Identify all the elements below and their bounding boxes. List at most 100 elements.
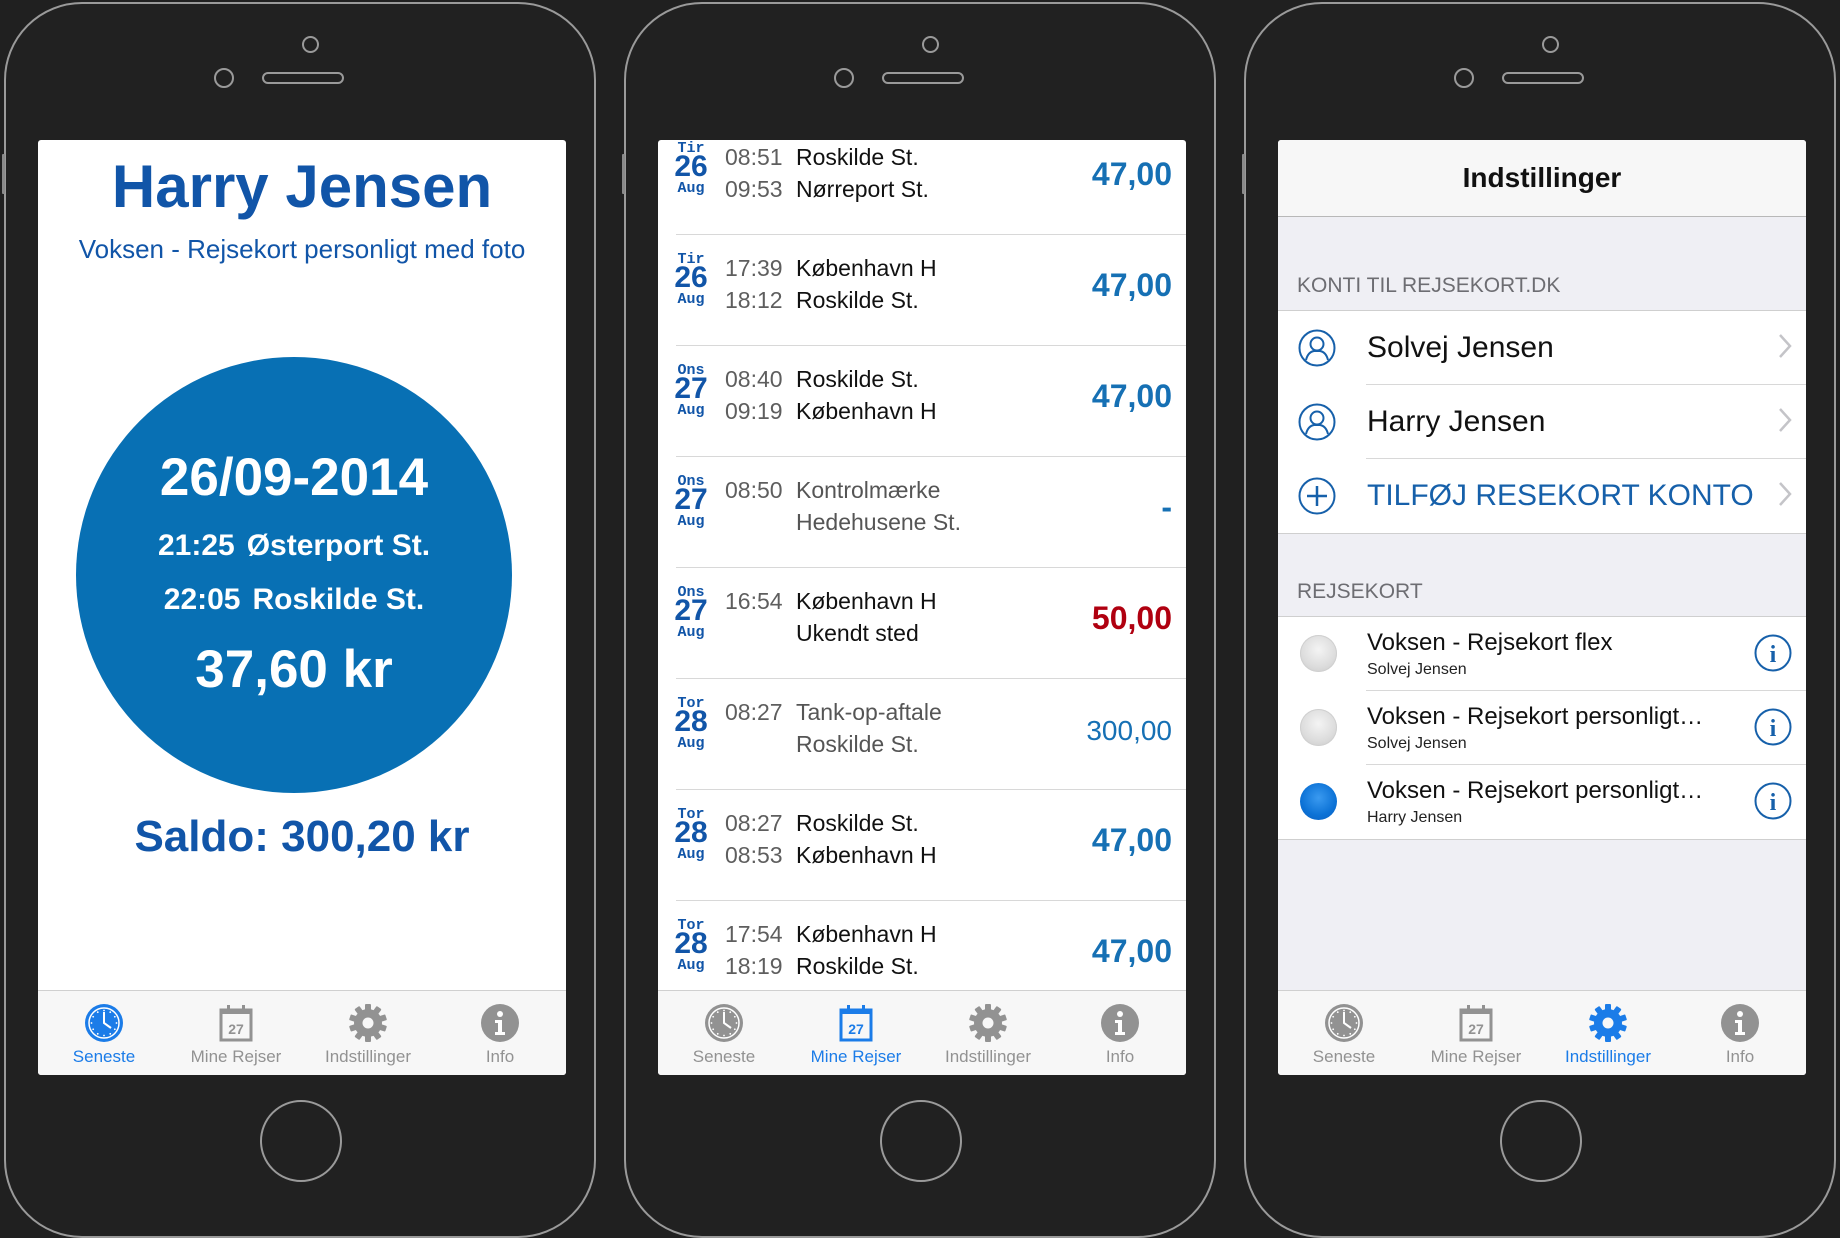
tab-bar: Seneste 27 Mine Rejser Indstillinger Info bbox=[1278, 990, 1806, 1075]
trip-day: 26 bbox=[674, 150, 708, 183]
trip-day: 28 bbox=[674, 705, 708, 738]
tab-seneste[interactable]: Seneste bbox=[658, 991, 790, 1075]
screen-seneste: Harry Jensen Voksen - Rejsekort personli… bbox=[38, 140, 566, 1075]
earpiece-speaker bbox=[1502, 72, 1584, 84]
trip-station-out: Roskilde St. bbox=[796, 287, 919, 313]
trip-row[interactable]: Tor 28 Aug 08:27 Tank-op-aftale Roskilde St. 3… bbox=[658, 679, 1186, 790]
trip-row[interactable]: Ons 27 Aug 08:50 Kontrolmærke Hedehusene St. - bbox=[658, 457, 1186, 568]
card-owner: Harry Jensen bbox=[1367, 809, 1463, 826]
plus-icon bbox=[1298, 477, 1336, 515]
svg-text:27: 27 bbox=[1468, 1021, 1484, 1037]
info-icon[interactable]: i bbox=[1754, 782, 1792, 820]
card-select-radio-selected[interactable] bbox=[1300, 783, 1337, 820]
gear-icon bbox=[348, 1003, 388, 1043]
trip-month: Aug bbox=[677, 402, 705, 419]
screen-mine-rejser: Tir 26 Aug 08:51 Roskilde St. 09:53 Nørreport … bbox=[658, 140, 1186, 1075]
person-icon bbox=[1298, 403, 1336, 441]
balance: Saldo: 300,20 kr bbox=[134, 812, 470, 861]
trip-amount: 300,00 bbox=[1086, 715, 1172, 746]
trip-day: 27 bbox=[674, 594, 708, 627]
tab-label: Mine Rejser bbox=[810, 1047, 902, 1066]
proximity-sensor bbox=[922, 36, 939, 53]
tab-seneste[interactable]: Seneste bbox=[38, 991, 170, 1075]
tab-mine-rejser[interactable]: 27 Mine Rejser bbox=[170, 991, 302, 1075]
gear-icon bbox=[1588, 1003, 1628, 1043]
card-owner: Solvej Jensen bbox=[1367, 735, 1467, 752]
chevron-right-icon bbox=[1779, 408, 1792, 432]
tab-seneste[interactable]: Seneste bbox=[1278, 991, 1410, 1075]
trip-row[interactable]: Tor 28 Aug 08:27 Roskilde St. 08:53 København … bbox=[658, 790, 1186, 901]
trip-row[interactable]: Tir 26 Aug 08:51 Roskilde St. 09:53 Nørreport … bbox=[658, 140, 1186, 235]
tab-label: Mine Rejser bbox=[1430, 1047, 1522, 1066]
mute-switch bbox=[2, 154, 5, 194]
trip-row[interactable]: Ons 27 Aug 08:40 Roskilde St. 09:19 København … bbox=[658, 346, 1186, 457]
tab-mine-rejser[interactable]: 27 Mine Rejser bbox=[790, 991, 922, 1075]
trip-station-in: København H bbox=[796, 255, 937, 281]
home-button[interactable] bbox=[260, 1100, 342, 1182]
tab-indstillinger[interactable]: Indstillinger bbox=[1542, 991, 1674, 1075]
trip-station-in: Kontrolmærke bbox=[796, 477, 941, 503]
check-in-station: Østerport St. bbox=[246, 529, 431, 562]
info-icon[interactable]: i bbox=[1754, 708, 1792, 746]
trip-station-in: Roskilde St. bbox=[796, 366, 919, 392]
trip-amount: 47,00 bbox=[1091, 378, 1172, 414]
tab-indstillinger[interactable]: Indstillinger bbox=[302, 991, 434, 1075]
home-button[interactable] bbox=[880, 1100, 962, 1182]
accounts-group: Solvej Jensen Harry Jensen TILFØJ RESEKO… bbox=[1278, 310, 1806, 534]
trip-station-out: Hedehusene St. bbox=[796, 509, 961, 535]
trip-row[interactable]: Tir 26 Aug 17:39 København H 18:12 Roskilde St… bbox=[658, 235, 1186, 346]
trip-time-in: 08:51 bbox=[725, 144, 783, 170]
card-row[interactable]: Voksen - Rejsekort personligt… Solvej Je… bbox=[1278, 691, 1806, 765]
mute-switch bbox=[622, 154, 625, 194]
trip-time-out: 18:19 bbox=[725, 953, 783, 979]
card-title: Voksen - Rejsekort personligt… bbox=[1367, 703, 1704, 730]
trip-station-in: København H bbox=[796, 921, 937, 947]
card-row-selected[interactable]: Voksen - Rejsekort personligt… Harry Jen… bbox=[1278, 765, 1806, 839]
add-account-label: TILFØJ RESEKORT KONTO bbox=[1367, 479, 1754, 512]
check-out-station: Roskilde St. bbox=[252, 583, 425, 616]
check-out-time: 22:05 bbox=[163, 583, 241, 616]
trip-station-out: København H bbox=[796, 398, 937, 424]
account-row-harry[interactable]: Harry Jensen bbox=[1278, 385, 1806, 459]
card-select-radio[interactable] bbox=[1300, 709, 1337, 746]
trip-station-out: Ukendt sted bbox=[796, 620, 919, 646]
trip-amount: 50,00 bbox=[1091, 600, 1172, 636]
card-row[interactable]: Voksen - Rejsekort flex Solvej Jensen i bbox=[1278, 617, 1806, 691]
trip-row[interactable]: Ons 27 Aug 16:54 København H Ukendt sted 50,00 bbox=[658, 568, 1186, 679]
tab-label: Seneste bbox=[72, 1047, 136, 1066]
tab-info[interactable]: Info bbox=[1674, 991, 1806, 1075]
home-button[interactable] bbox=[1500, 1100, 1582, 1182]
add-account-button[interactable]: TILFØJ RESEKORT KONTO bbox=[1278, 459, 1806, 533]
phone-frame-1: Harry Jensen Voksen - Rejsekort personli… bbox=[2, 2, 596, 1238]
proximity-sensor bbox=[302, 36, 319, 53]
trip-month: Aug bbox=[677, 513, 705, 530]
trip-station-in: Roskilde St. bbox=[796, 144, 919, 170]
front-camera bbox=[1454, 68, 1474, 88]
tab-info[interactable]: Info bbox=[1054, 991, 1186, 1075]
info-icon[interactable]: i bbox=[1754, 634, 1792, 672]
tab-label: Indstillinger bbox=[325, 1047, 411, 1066]
trip-day: 27 bbox=[674, 372, 708, 405]
person-icon bbox=[1298, 329, 1336, 367]
trip-month: Aug bbox=[677, 957, 705, 974]
trip-month: Aug bbox=[677, 624, 705, 641]
trip-amount: 47,00 bbox=[1091, 156, 1172, 192]
account-row-solvej[interactable]: Solvej Jensen bbox=[1278, 311, 1806, 385]
trip-day: 28 bbox=[674, 816, 708, 849]
trip-time-in: 16:54 bbox=[725, 588, 783, 614]
trip-time-out: 09:19 bbox=[725, 398, 783, 424]
tab-info[interactable]: Info bbox=[434, 991, 566, 1075]
calendar-icon: 27 bbox=[836, 1003, 876, 1043]
card-title: Voksen - Rejsekort flex bbox=[1367, 629, 1613, 656]
trip-station-out: Roskilde St. bbox=[796, 731, 919, 757]
tab-indstillinger[interactable]: Indstillinger bbox=[922, 991, 1054, 1075]
card-holder-name: Harry Jensen bbox=[111, 153, 493, 220]
tab-mine-rejser[interactable]: 27 Mine Rejser bbox=[1410, 991, 1542, 1075]
trip-month: Aug bbox=[677, 846, 705, 863]
trip-amount: 47,00 bbox=[1091, 822, 1172, 858]
trip-day: 27 bbox=[674, 483, 708, 516]
card-select-radio[interactable] bbox=[1300, 635, 1337, 672]
card-title: Voksen - Rejsekort personligt… bbox=[1367, 777, 1704, 804]
front-camera bbox=[214, 68, 234, 88]
check-in-line: 21:25 Østerport St. bbox=[76, 529, 512, 563]
